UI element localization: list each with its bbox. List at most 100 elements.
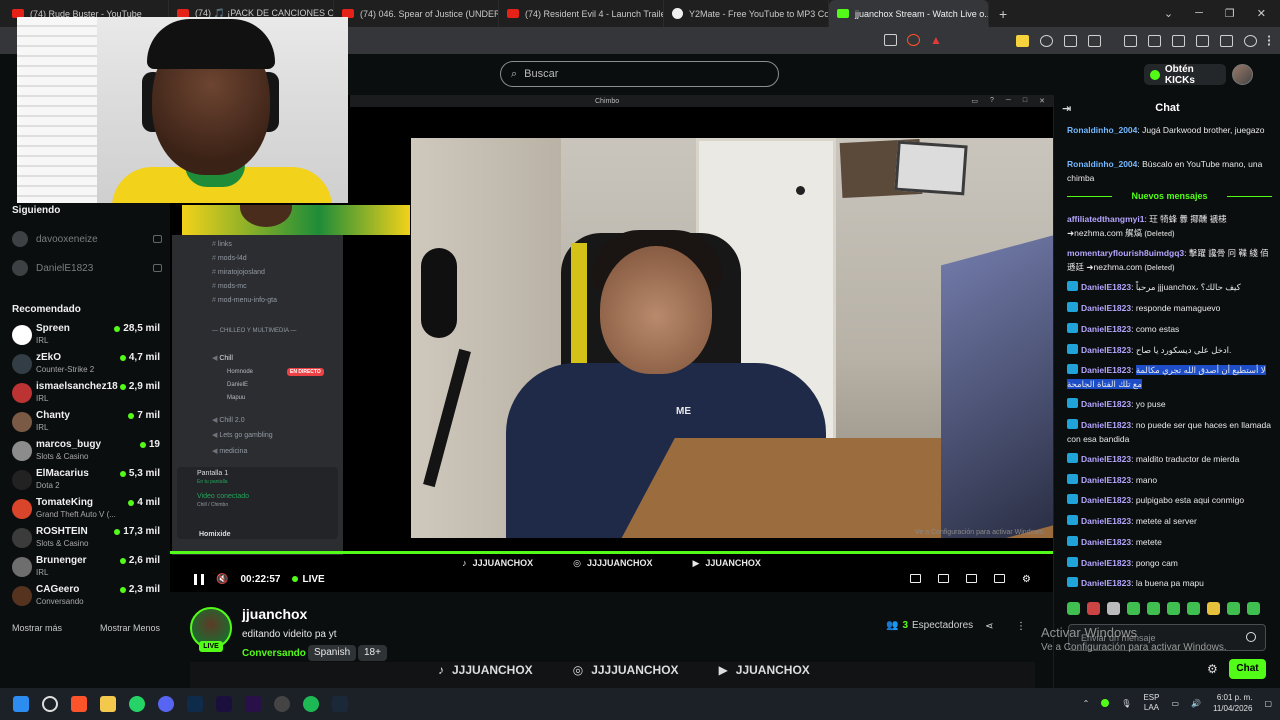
theater-mode-icon[interactable] xyxy=(966,573,978,583)
extensions-puzzle-icon[interactable] xyxy=(1064,34,1077,47)
volume-mute-icon[interactable]: 🔇 xyxy=(216,574,228,585)
chat-username[interactable]: Ronaldinho_2004 xyxy=(1067,159,1137,169)
following-item[interactable]: DanielE1823 xyxy=(12,260,162,276)
share-icon[interactable] xyxy=(884,34,897,46)
emote-icon[interactable] xyxy=(1227,602,1240,615)
emote-icon[interactable] xyxy=(1067,602,1080,615)
clock[interactable]: 6:01 p. m. 11/04/2026 xyxy=(1213,692,1252,714)
recommended-item[interactable]: TomateKing Grand Theft Auto V (... 4 mil xyxy=(12,495,160,523)
emote-icon[interactable] xyxy=(1167,602,1180,615)
collapse-chat-icon[interactable]: ⇥ xyxy=(1062,102,1071,115)
chat-username[interactable]: DanielE1823 xyxy=(1081,475,1131,485)
chat-username[interactable]: affiliatedthangmyi1 xyxy=(1067,214,1144,224)
steam-icon[interactable] xyxy=(332,696,348,712)
emote-icon[interactable] xyxy=(1087,602,1100,615)
tab-search-icon[interactable]: ⌄ xyxy=(1164,7,1173,20)
chat-username[interactable]: DanielE1823 xyxy=(1081,495,1131,505)
chat-username[interactable]: DanielE1823 xyxy=(1081,365,1131,375)
photoshop-icon[interactable] xyxy=(187,696,203,712)
windows-start-icon[interactable] xyxy=(13,696,29,712)
chat-username[interactable]: DanielE1823 xyxy=(1081,345,1131,355)
brave-browser-icon[interactable] xyxy=(71,696,87,712)
after-effects-icon[interactable] xyxy=(245,696,261,712)
extension-icon[interactable] xyxy=(1016,34,1029,47)
emote-icon[interactable] xyxy=(1247,602,1260,615)
chat-username[interactable]: DanielE1823 xyxy=(1081,578,1131,588)
media-icon[interactable] xyxy=(1148,34,1161,47)
leo-icon[interactable] xyxy=(1220,34,1233,47)
emote-icon[interactable] xyxy=(1107,602,1120,615)
browser-tab[interactable]: (74) Resident Evil 4 - Launch Trailer - xyxy=(499,0,664,27)
instagram-link[interactable]: ◎ JJJJUANCHOX xyxy=(573,663,679,677)
brave-shield-icon[interactable] xyxy=(907,34,920,46)
tray-app-icon[interactable] xyxy=(1101,699,1110,707)
minimize-icon[interactable]: ─ xyxy=(1195,7,1203,20)
brave-rewards-icon[interactable]: ▲ xyxy=(930,33,942,47)
volume-icon[interactable]: 🔊 xyxy=(1191,699,1201,708)
chat-send-button[interactable]: Chat xyxy=(1229,659,1266,679)
chat-username[interactable]: DanielE1823 xyxy=(1081,282,1131,292)
recommended-item[interactable]: ismaelsanchez18 IRL 2,9 mil xyxy=(12,379,160,407)
tiktok-link[interactable]: ♪ JJJUANCHOX xyxy=(438,663,533,677)
chat-username[interactable]: momentaryflourish8uimdgq3 xyxy=(1067,248,1184,258)
fullscreen-icon[interactable] xyxy=(994,573,1006,583)
network-icon[interactable]: ▭ xyxy=(1171,699,1179,708)
pause-button[interactable] xyxy=(194,573,204,585)
microphone-icon[interactable]: 🎙 xyxy=(1121,699,1131,708)
download-icon[interactable] xyxy=(1124,34,1137,47)
chat-username[interactable]: DanielE1823 xyxy=(1081,399,1131,409)
following-item[interactable]: davooxeneize xyxy=(12,231,162,247)
wallet-icon[interactable] xyxy=(1196,34,1209,47)
discord-icon[interactable] xyxy=(158,696,174,712)
extension-icon[interactable] xyxy=(1088,34,1101,47)
emote-icon[interactable] xyxy=(1127,602,1140,615)
search-icon[interactable] xyxy=(42,696,58,712)
chat-username[interactable]: DanielE1823 xyxy=(1081,303,1131,313)
chat-username[interactable]: DanielE1823 xyxy=(1081,558,1131,568)
emoji-picker-icon[interactable] xyxy=(1246,632,1256,642)
chat-username[interactable]: DanielE1823 xyxy=(1081,324,1131,334)
language-indicator[interactable]: ESP LAA xyxy=(1143,693,1159,713)
more-options-icon[interactable]: ⋮ xyxy=(1016,621,1026,632)
emote-icon[interactable] xyxy=(1147,602,1160,615)
recommended-item[interactable]: Spreen IRL 28,5 mil xyxy=(12,321,160,349)
stream-category[interactable]: Conversando xyxy=(242,648,306,659)
show-less-link[interactable]: Mostrar Menos xyxy=(100,623,160,633)
recommended-item[interactable]: ElMacarius Dota 2 5,3 mil xyxy=(12,466,160,494)
recommended-item[interactable]: ROSHTEIN Slots & Casino 17,3 mil xyxy=(12,524,160,552)
tray-expand-icon[interactable]: ⌃ xyxy=(1083,699,1090,708)
avatar[interactable] xyxy=(1232,64,1253,85)
restore-icon[interactable]: ❐ xyxy=(1225,7,1235,20)
chat-username[interactable]: Ronaldinho_2004 xyxy=(1067,125,1137,135)
notifications-icon[interactable]: ▢ xyxy=(1264,699,1272,708)
get-kicks-button[interactable]: Obtén KICKs xyxy=(1144,64,1226,86)
settings-gear-icon[interactable]: ⚙ xyxy=(1022,574,1031,585)
chat-username[interactable]: DanielE1823 xyxy=(1081,537,1131,547)
premiere-icon[interactable] xyxy=(216,696,232,712)
recommended-item[interactable]: zEkO Counter-Strike 2 4,7 mil xyxy=(12,350,160,378)
youtube-link[interactable]: ▶ JJUANCHOX xyxy=(719,663,810,677)
new-tab-button[interactable]: + xyxy=(989,6,1017,22)
obs-icon[interactable] xyxy=(274,696,290,712)
close-window-icon[interactable]: ✕ xyxy=(1257,7,1266,20)
show-more-link[interactable]: Mostrar más xyxy=(12,623,62,633)
spotify-icon[interactable] xyxy=(303,696,319,712)
search-input[interactable]: ⌕ Buscar xyxy=(500,61,779,87)
extension-icon[interactable] xyxy=(1040,34,1053,47)
stream-tag[interactable]: 18+ xyxy=(358,645,387,661)
chat-username[interactable]: DanielE1823 xyxy=(1081,454,1131,464)
file-explorer-icon[interactable] xyxy=(100,696,116,712)
chat-settings-icon[interactable]: ⚙ xyxy=(1207,662,1218,676)
chat-username[interactable]: DanielE1823 xyxy=(1081,516,1131,526)
sidebar-icon[interactable] xyxy=(1172,34,1185,47)
channel-name[interactable]: jjuanchox xyxy=(242,606,307,622)
stream-progress-bar[interactable] xyxy=(170,551,1053,554)
recommended-item[interactable]: marcos_bugy Slots & Casino 19 xyxy=(12,437,160,465)
chat-username[interactable]: DanielE1823 xyxy=(1081,420,1131,430)
stream-tag[interactable]: Spanish xyxy=(308,645,357,661)
browser-tab[interactable]: (74) 046. Spear of Justice (UNDERTAL... xyxy=(334,0,499,27)
clip-icon[interactable] xyxy=(938,573,950,583)
emote-icon[interactable] xyxy=(1207,602,1220,615)
whatsapp-icon[interactable] xyxy=(129,696,145,712)
menu-icon[interactable] xyxy=(1268,34,1272,47)
